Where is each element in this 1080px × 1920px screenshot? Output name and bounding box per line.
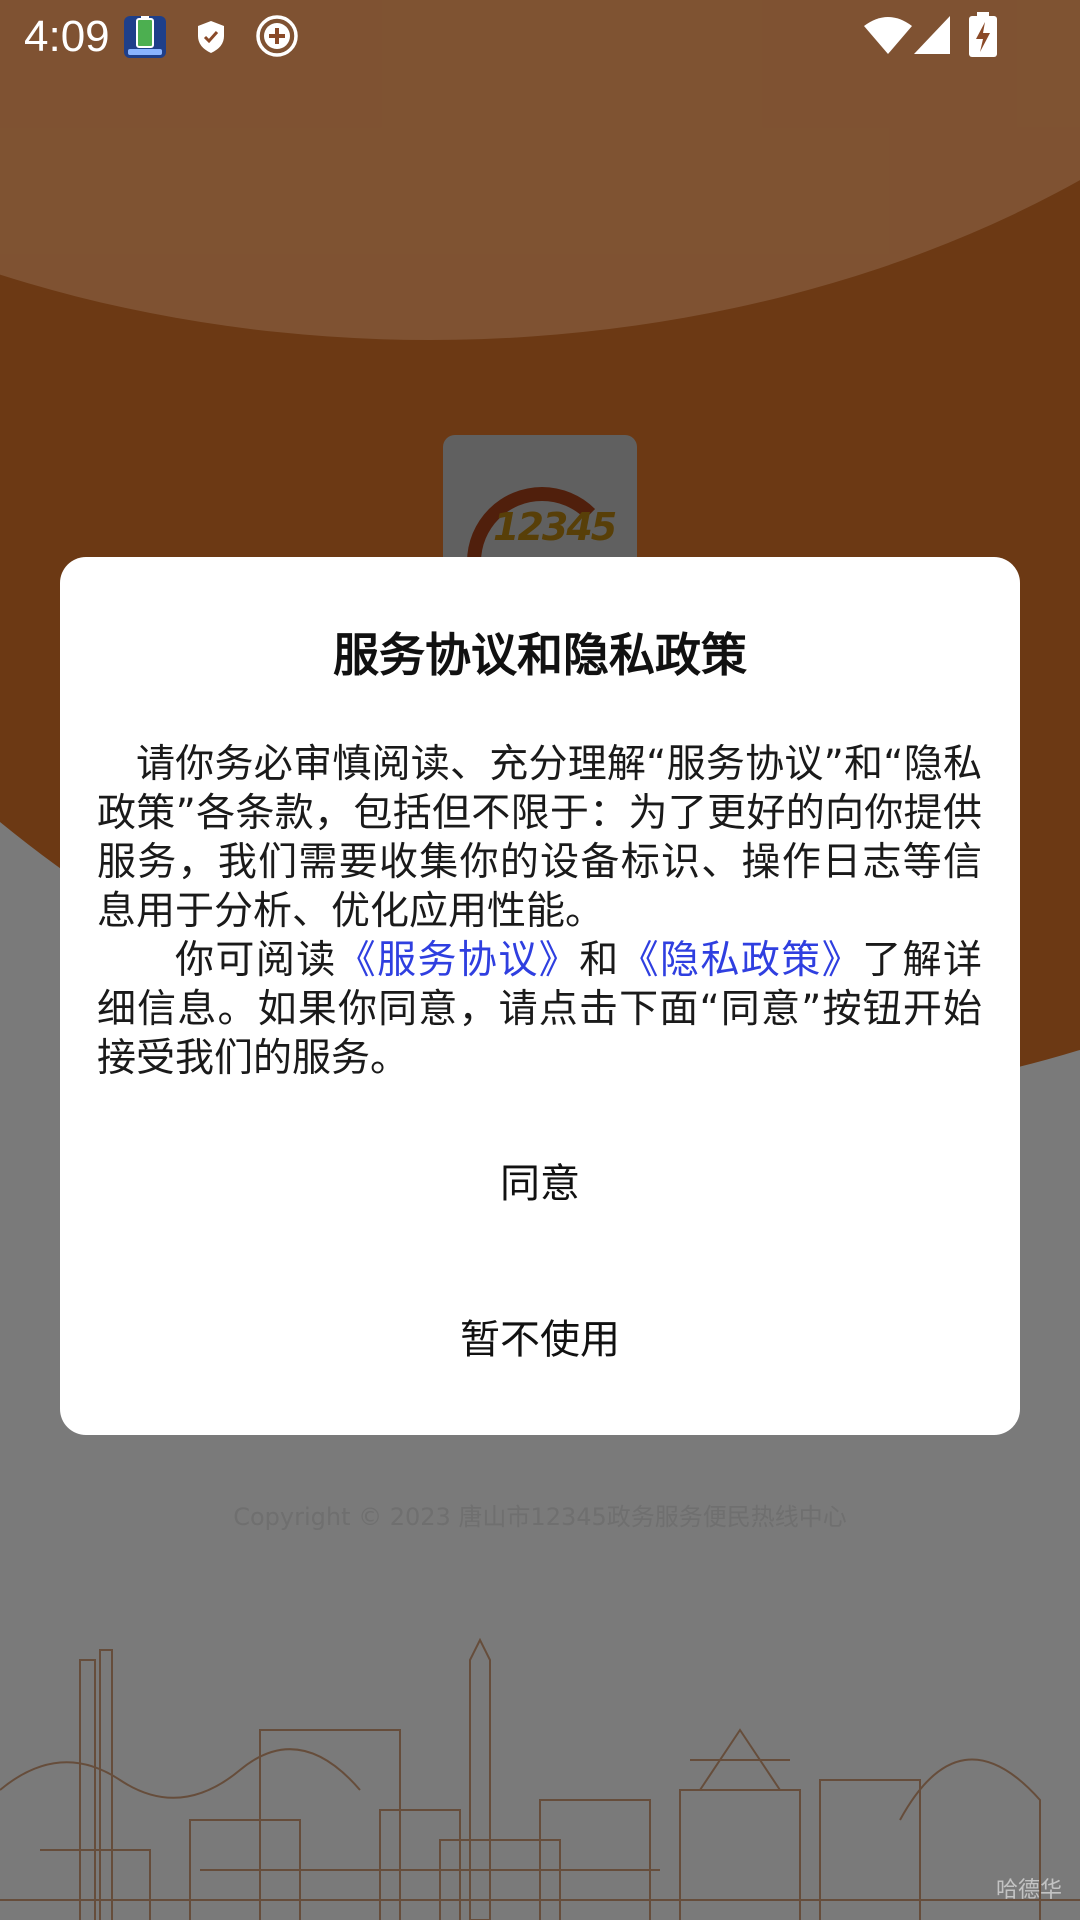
paragraph-2-prefix: 你可阅读 (175, 938, 337, 983)
wifi-icon (864, 17, 912, 54)
status-bar: 4:09 (0, 0, 1080, 72)
copyright-text: Copyright © 2023 唐山市12345政务服务便民热线中心 (233, 1503, 847, 1531)
add-circle-icon (256, 15, 298, 57)
dialog-body: 请你务必审慎阅读、充分理解“服务协议”和“隐私政策”各条款，包括但不限于：为了更… (97, 740, 982, 1083)
battery-app-icon (124, 16, 166, 58)
shield-icon (198, 21, 224, 53)
status-time: 4:09 (24, 12, 110, 61)
privacy-policy-link[interactable]: 《隐私政策》 (620, 938, 863, 983)
dialog-paragraph-1: 请你务必审慎阅读、充分理解“服务协议”和“隐私政策”各条款，包括但不限于：为了更… (97, 742, 982, 934)
signal-icon (914, 16, 950, 54)
agree-button[interactable]: 同意 (60, 1149, 1020, 1219)
screen: 12345 Copyright © 2023 唐山市12345政务服务便民热线中… (0, 0, 1080, 1920)
battery-charging-icon (969, 12, 997, 57)
decline-button[interactable]: 暂不使用 (60, 1305, 1020, 1375)
dialog-title: 服务协议和隐私政策 (333, 628, 747, 682)
paragraph-2-and: 和 (579, 938, 620, 983)
privacy-dialog: 服务协议和隐私政策 请你务必审慎阅读、充分理解“服务协议”和“隐私政策”各条款，… (60, 557, 1020, 1435)
dialog-paragraph-2: 你可阅读《服务协议》和《隐私政策》了解详细信息。如果你同意，请点击下面“同意”按… (97, 936, 982, 1083)
service-agreement-link[interactable]: 《服务协议》 (337, 938, 580, 983)
watermark: 哈德华 (995, 1878, 1062, 1903)
